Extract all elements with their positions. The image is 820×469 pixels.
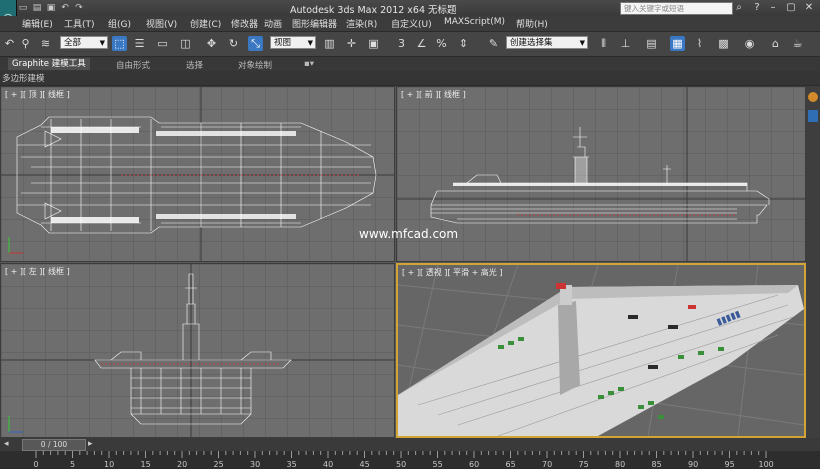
window-crossing-icon[interactable]: ◫ xyxy=(178,36,193,51)
window-title: Autodesk 3ds Max 2012 x64 无标题 xyxy=(290,5,457,16)
snaps-toggle-icon[interactable]: 3 xyxy=(394,36,409,51)
polygon-modeling-label[interactable]: 多边形建模 xyxy=(2,72,45,84)
prev-frame-icon[interactable]: ◂ xyxy=(4,439,9,449)
mirror-icon[interactable]: ⫴ xyxy=(596,36,611,51)
render-setup-icon[interactable]: ⌂ xyxy=(768,36,783,51)
reference-coord-value: 视图 xyxy=(274,38,292,48)
quick-access-toolbar: ▭ ▤ ▣ ↶ ↷ xyxy=(18,2,84,14)
left-view-wireframe xyxy=(1,264,394,437)
percent-snap-icon[interactable]: % xyxy=(434,36,449,51)
track-bar[interactable]: 0 5 10 15 20 25 30 35 40 45 50 55 60 65 70 75 80 85 90 95 10… xyxy=(0,451,820,469)
menu-rendering[interactable]: 渲染(R) xyxy=(346,17,377,30)
top-view-wireframe xyxy=(1,87,394,261)
title-bar: ▭ ▤ ▣ ↶ ↷ Autodesk 3ds Max 2012 x64 无标题 … xyxy=(0,0,820,16)
graphite-ribbon: Graphite 建模工具 自由形式 选择 对象绘制 ▪▾ xyxy=(0,57,820,71)
front-view-wireframe xyxy=(397,87,805,261)
rect-selection-icon[interactable]: ▭ xyxy=(155,36,170,51)
edit-named-selection-icon[interactable]: ✎ xyxy=(486,36,501,51)
menu-customize[interactable]: 自定义(U) xyxy=(391,17,432,30)
object-type-icon[interactable] xyxy=(808,110,818,122)
close-icon[interactable]: ✕ xyxy=(802,1,816,14)
chevron-down-icon: ▼ xyxy=(99,39,105,47)
next-frame-icon[interactable]: ▸ xyxy=(88,439,93,449)
search-input[interactable]: 键入关键字或短语 xyxy=(620,2,733,15)
tab-selection[interactable]: 选择 xyxy=(186,59,203,71)
minimize-icon[interactable]: – xyxy=(766,1,780,14)
menu-modifiers[interactable]: 修改器 xyxy=(231,17,258,30)
link-icon[interactable]: ⚲ xyxy=(18,36,33,51)
align-icon[interactable]: ⊥ xyxy=(618,36,633,51)
tab-graphite-modeling[interactable]: Graphite 建模工具 xyxy=(8,58,90,70)
ribbon-options-icon[interactable]: ▪▾ xyxy=(304,59,314,69)
menu-create[interactable]: 创建(C) xyxy=(190,17,221,30)
select-object-icon[interactable]: ⬚ xyxy=(112,36,127,51)
help-icon[interactable]: ? xyxy=(750,1,764,14)
menu-bar: 编辑(E) 工具(T) 组(G) 视图(V) 创建(C) 修改器 动画 图形编辑… xyxy=(0,16,820,32)
schematic-view-icon[interactable]: ▩ xyxy=(716,36,731,51)
menu-graph-editors[interactable]: 图形编辑器 xyxy=(292,17,337,30)
viewport-left-label[interactable]: [ + ][ 左 ][ 线框 ] xyxy=(5,266,70,277)
tab-object-paint[interactable]: 对象绘制 xyxy=(238,59,272,71)
undo-icon[interactable]: ↶ xyxy=(60,3,70,13)
selection-filter-value: 全部 xyxy=(64,38,82,48)
graphite-toggle-icon[interactable]: ▦ xyxy=(670,36,685,51)
create-tab-icon[interactable] xyxy=(808,92,818,102)
menu-maxscript[interactable]: MAXScript(M) xyxy=(444,17,505,27)
scale-icon[interactable]: ⤡ xyxy=(248,36,263,51)
chevron-down-icon: ▼ xyxy=(307,39,313,47)
layer-manager-icon[interactable]: ▤ xyxy=(644,36,659,51)
viewport-perspective[interactable]: [ + ][ 透视 ][ 平滑 + 高光 ] ▮▮▮▮▮ xyxy=(396,263,806,438)
curve-editor-icon[interactable]: ⌇ xyxy=(692,36,707,51)
ribbon-subpanel: 多边形建模 xyxy=(0,71,820,85)
viewport-left[interactable]: [ + ][ 左 ][ 线框 ] xyxy=(0,263,395,438)
viewport-area: [ + ][ 顶 ][ 线框 ] [+][前][线框] [+][… xyxy=(0,86,806,438)
selection-filter-dropdown[interactable]: 全部 ▼ xyxy=(60,36,108,49)
render-frame-icon[interactable]: ☕ xyxy=(790,36,805,51)
search-icon[interactable]: ⌕ xyxy=(732,1,746,14)
chevron-down-icon: ▼ xyxy=(579,39,585,47)
angle-snap-icon[interactable]: ∠ xyxy=(414,36,429,51)
menu-help[interactable]: 帮助(H) xyxy=(516,17,548,30)
viewport-perspective-label[interactable]: [ + ][ 透视 ][ 平滑 + 高光 ] xyxy=(402,267,502,278)
spinner-snap-icon[interactable]: ⇕ xyxy=(456,36,471,51)
viewport-top[interactable]: [ + ][ 顶 ][ 线框 ] xyxy=(0,86,395,262)
menu-edit[interactable]: 编辑(E) xyxy=(22,17,53,30)
save-icon[interactable]: ▣ xyxy=(46,3,56,13)
reference-coord-dropdown[interactable]: 视图 ▼ xyxy=(270,36,316,49)
maximize-icon[interactable]: ▢ xyxy=(784,1,798,14)
menu-tools[interactable]: 工具(T) xyxy=(64,17,95,30)
command-panel xyxy=(806,86,820,438)
time-slider-bar: 0 / 100 ◂ ▸ xyxy=(0,438,820,451)
main-toolbar: ↶ ⚲ ≋ 全部 ▼ ⬚ ☰ ▭ ◫ ✥ ↻ ⤡ 视图 ▼ ▥ ✛ ▣ 3 ∠ % … xyxy=(0,32,820,57)
menu-animation[interactable]: 动画 xyxy=(264,17,282,30)
watermark-text: www.mfcad.com xyxy=(359,227,459,241)
viewport-front-label[interactable]: [ + ][ 前 ][ 线框 ] xyxy=(401,89,466,100)
menu-views[interactable]: 视图(V) xyxy=(146,17,177,30)
perspective-view-render: ▮▮▮▮▮ xyxy=(398,265,804,436)
select-by-name-icon[interactable]: ☰ xyxy=(132,36,147,51)
undo-toolbar-icon[interactable]: ↶ xyxy=(2,36,17,51)
redo-icon[interactable]: ↷ xyxy=(74,3,84,13)
tab-freeform[interactable]: 自由形式 xyxy=(116,59,150,71)
keyboard-shortcut-icon[interactable]: ▣ xyxy=(366,36,381,51)
time-slider[interactable]: 0 / 100 xyxy=(22,439,86,451)
named-selection-dropdown[interactable]: 创建选择集 ▼ xyxy=(506,36,588,49)
move-icon[interactable]: ✥ xyxy=(204,36,219,51)
named-selection-value: 创建选择集 xyxy=(510,38,553,48)
menu-group[interactable]: 组(G) xyxy=(108,17,131,30)
viewport-top-label[interactable]: [ + ][ 顶 ][ 线框 ] xyxy=(5,89,70,100)
rotate-icon[interactable]: ↻ xyxy=(226,36,241,51)
open-file-icon[interactable]: ▤ xyxy=(32,3,42,13)
bind-spacewarp-icon[interactable]: ≋ xyxy=(38,36,53,51)
material-editor-icon[interactable]: ◉ xyxy=(742,36,757,51)
select-manipulate-icon[interactable]: ✛ xyxy=(344,36,359,51)
new-file-icon[interactable]: ▭ xyxy=(18,3,28,13)
pivot-center-icon[interactable]: ▥ xyxy=(322,36,337,51)
